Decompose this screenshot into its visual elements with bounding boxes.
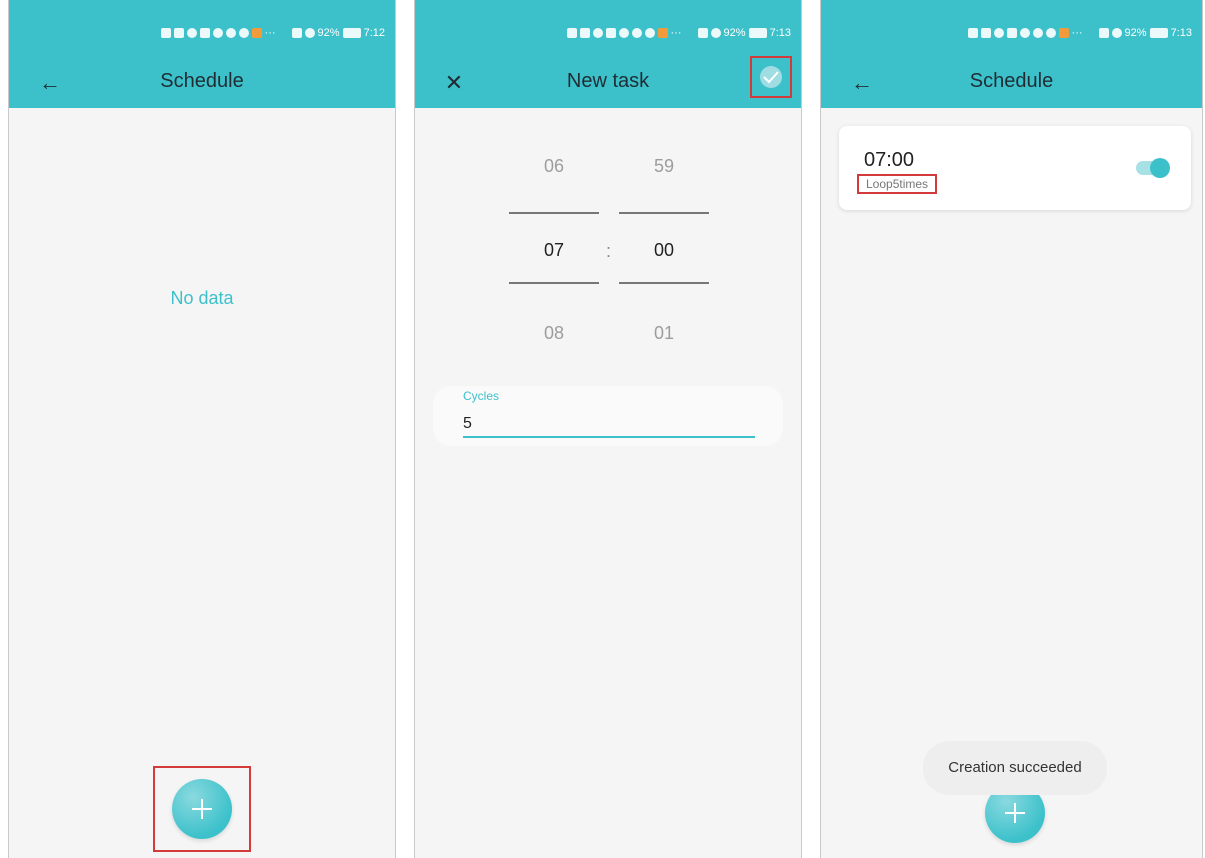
clock: 7:12: [363, 27, 385, 39]
hour-prev[interactable]: 06: [509, 156, 599, 177]
wifi-icon: [186, 28, 197, 38]
minute-selected[interactable]: 00: [619, 240, 709, 261]
chat-icon: [1032, 28, 1043, 38]
hd-icon: [160, 28, 171, 38]
picker-divider: [619, 282, 709, 284]
toggle-knob: [1150, 158, 1170, 178]
picker-divider: [509, 282, 599, 284]
new-task-screen: ··· 92% 7:13 ✕ New task 06 07 08 : 59 00…: [414, 0, 802, 858]
schedule-time: 07:00: [864, 149, 915, 171]
schedule-empty-screen: ··· 92% 7:12 ← Schedule No data: [8, 0, 396, 858]
clock: 7:13: [769, 27, 791, 39]
schedule-item-card[interactable]: 07:00 Loop5times: [839, 126, 1191, 210]
signal-icon: [173, 28, 184, 38]
confirm-button[interactable]: [750, 56, 792, 98]
toast-message: Creation succeeded: [923, 741, 1107, 795]
status-icons: ··· 92% 7:13: [967, 24, 1192, 42]
more-notifications: ···: [264, 27, 276, 39]
cycles-field: Cycles: [433, 386, 783, 446]
alarm-icon: [710, 28, 721, 38]
app-badge-icon: [1058, 28, 1069, 38]
battery-icon: [342, 28, 361, 38]
battery-percent: 92%: [1124, 27, 1147, 39]
chat-icon: [225, 28, 236, 38]
check-icon: [760, 66, 782, 88]
picker-divider: [509, 212, 599, 214]
wifi-icon: [993, 28, 1004, 38]
schedule-toggle[interactable]: [1136, 158, 1170, 178]
status-icons: ··· 92% 7:13: [566, 24, 791, 42]
more-notifications: ···: [670, 27, 682, 39]
status-bar: ··· 92% 7:12: [9, 0, 395, 62]
notification-icon: [618, 28, 629, 38]
battery-percent: 92%: [317, 27, 340, 39]
chat-icon: [631, 28, 642, 38]
notification-icon: [1019, 28, 1030, 38]
empty-state-text: No data: [170, 288, 234, 308]
hd-icon: [566, 28, 577, 38]
app-icon: [644, 28, 655, 38]
status-bar: ··· 92% 7:13: [821, 0, 1202, 62]
app-icon: [1045, 28, 1056, 38]
clock: 7:13: [1170, 27, 1192, 39]
alarm-icon: [1111, 28, 1122, 38]
battery-icon: [1149, 28, 1168, 38]
notification-icon: [212, 28, 223, 38]
nfc-icon: [697, 28, 708, 38]
hour-next[interactable]: 08: [509, 323, 599, 344]
page-title: New task: [566, 70, 650, 92]
add-task-button[interactable]: [172, 779, 232, 839]
cycles-input[interactable]: [463, 410, 755, 438]
video-icon: [605, 28, 616, 38]
hour-selected[interactable]: 07: [509, 240, 599, 261]
app-icon: [238, 28, 249, 38]
status-icons: ··· 92% 7:12: [160, 24, 385, 42]
video-icon: [199, 28, 210, 38]
highlight-box: [153, 766, 251, 852]
minute-prev[interactable]: 59: [619, 156, 709, 177]
status-bar: ··· 92% 7:13: [415, 0, 801, 62]
more-notifications: ···: [1071, 27, 1083, 39]
nfc-icon: [1098, 28, 1109, 38]
alarm-icon: [304, 28, 315, 38]
page-title: Schedule: [969, 70, 1054, 92]
video-icon: [1006, 28, 1017, 38]
battery-icon: [748, 28, 767, 38]
nfc-icon: [291, 28, 302, 38]
picker-divider: [619, 212, 709, 214]
time-separator: :: [606, 241, 612, 261]
page-title: Schedule: [160, 70, 244, 92]
app-badge-icon: [251, 28, 262, 38]
app-bar: ← Schedule: [821, 62, 1202, 108]
minute-next[interactable]: 01: [619, 323, 709, 344]
battery-percent: 92%: [723, 27, 746, 39]
cycles-label: Cycles: [463, 389, 500, 403]
schedule-cycles-label: Loop5times: [857, 174, 938, 194]
app-bar: ✕ New task: [415, 56, 801, 108]
schedule-list-screen: ··· 92% 7:13 ← Schedule 07:00 Loop5times…: [820, 0, 1203, 858]
wifi-icon: [592, 28, 603, 38]
signal-icon: [980, 28, 991, 38]
app-bar: ← Schedule: [9, 62, 395, 108]
signal-icon: [579, 28, 590, 38]
app-badge-icon: [657, 28, 668, 38]
hd-icon: [967, 28, 978, 38]
